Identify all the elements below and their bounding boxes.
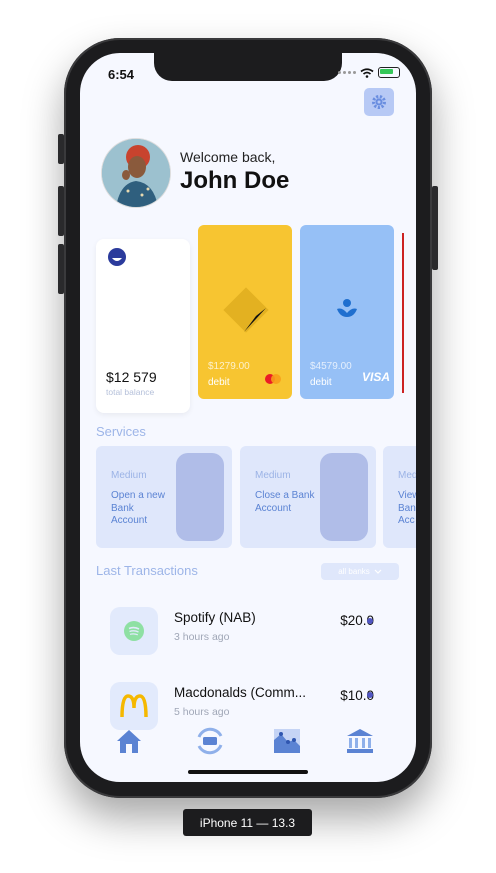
services-title: Services — [96, 424, 146, 439]
mastercard-icon — [265, 374, 281, 384]
volume-up-button — [58, 186, 64, 236]
spotify-icon — [110, 607, 158, 655]
card-type: debit — [310, 377, 332, 388]
signal-icon — [338, 71, 356, 74]
bank-filter-dropdown[interactable]: all banks — [321, 563, 399, 580]
mute-switch — [58, 134, 64, 164]
card-next-edge — [402, 233, 404, 393]
tab-exchange[interactable] — [194, 725, 226, 757]
service-tag: Med — [398, 470, 416, 481]
total-balance-card[interactable]: $12 579 total balance — [96, 239, 190, 413]
transactions-title: Last Transactions — [96, 563, 198, 578]
tab-bar — [80, 725, 416, 765]
filter-label: all banks — [338, 567, 370, 576]
tab-stats[interactable] — [271, 725, 303, 757]
service-tag: Medium — [111, 470, 147, 481]
service-tag: Medium — [255, 470, 291, 481]
device-caption: iPhone 11 — 13.3 — [183, 809, 312, 836]
status-icons — [338, 67, 400, 78]
transaction-time: 3 hours ago — [174, 631, 230, 643]
transaction-status-dot — [367, 618, 373, 624]
welcome-text: Welcome back, — [180, 149, 276, 165]
tab-home[interactable] — [113, 725, 145, 757]
bank-card-commbank[interactable]: $1279.00 debit — [198, 225, 292, 399]
service-illustration — [176, 453, 224, 541]
service-label: View Bank Acc — [398, 490, 416, 526]
settings-button[interactable] — [364, 88, 394, 116]
volume-down-button — [58, 244, 64, 294]
card-amount: $4579.00 — [310, 361, 352, 372]
exchange-icon — [197, 727, 223, 755]
service-open-account[interactable]: Medium Open a new Bank Account — [96, 446, 232, 548]
commbank-logo-icon — [223, 287, 269, 333]
gear-icon — [372, 95, 386, 109]
service-label: Open a new Bank Account — [111, 490, 165, 526]
battery-icon — [378, 67, 400, 78]
bank-card-westpac[interactable]: $4579.00 debit VISA — [300, 225, 394, 399]
app-screen: 6:54 Welcome back, John Doe $12 579 tota… — [80, 53, 416, 782]
service-close-account[interactable]: Medium Close a Bank Account — [240, 446, 376, 548]
notch — [154, 53, 342, 81]
mcdonalds-icon — [110, 682, 158, 730]
avatar[interactable] — [102, 139, 170, 207]
bank-logo-icon — [337, 299, 357, 317]
service-label: Close a Bank Account — [255, 490, 315, 514]
card-type: debit — [208, 377, 230, 388]
transaction-status-dot — [367, 692, 373, 698]
transaction-title: Macdonalds (Comm... — [174, 685, 307, 700]
home-icon — [117, 730, 141, 753]
chevron-down-icon — [374, 569, 382, 574]
chart-icon — [274, 729, 300, 753]
total-balance-amount: $12 579 — [106, 369, 157, 385]
bank-icon — [347, 729, 373, 753]
home-indicator[interactable] — [188, 770, 308, 774]
wifi-icon — [360, 67, 374, 78]
status-time: 6:54 — [108, 67, 135, 82]
service-illustration — [320, 453, 368, 541]
visa-icon: VISA — [362, 370, 391, 384]
transaction-time: 5 hours ago — [174, 706, 230, 718]
transaction-title: Spotify (NAB) — [174, 610, 256, 625]
tab-bank[interactable] — [344, 725, 376, 757]
user-name: John Doe — [180, 167, 290, 194]
power-button — [432, 186, 438, 270]
bank-logo-icon — [108, 248, 126, 266]
total-balance-label: total balance — [106, 387, 155, 397]
card-amount: $1279.00 — [208, 361, 250, 372]
service-view-account[interactable]: Med View Bank Acc — [383, 446, 416, 548]
